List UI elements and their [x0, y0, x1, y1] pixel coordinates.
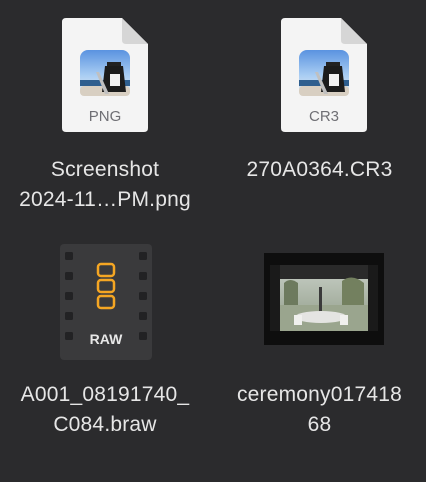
raw-badge-label: RAW [90, 331, 123, 347]
png-extension-label: PNG [89, 108, 122, 125]
file-item-screenshot-png[interactable]: PNG Screenshot 2024-11…PM.png [0, 0, 213, 230]
braw-film-icon: RAW [60, 244, 152, 360]
cr3-extension-label: CR3 [309, 108, 339, 125]
file-name-braw: A001_08191740_ C084.braw [0, 380, 210, 440]
file-name-cr3: 270A0364.CR3 [213, 155, 426, 185]
file-name-line-2: C084.braw [53, 413, 157, 436]
cr3-document-icon: CR3 [281, 18, 367, 132]
file-name-ceremony: ceremony017418 68 [213, 380, 426, 440]
ceremony-preview-image [264, 253, 384, 345]
file-name-line-2: 2024-11…PM.png [19, 188, 191, 211]
file-name-line-1: A001_08191740_ [20, 383, 190, 406]
file-name-line-1: ceremony017418 [236, 383, 403, 406]
png-document-icon: PNG [62, 18, 148, 132]
file-name-line-2: 68 [307, 413, 332, 436]
file-name-line-1: Screenshot [50, 158, 160, 181]
file-name-line-1: 270A0364.CR3 [246, 158, 393, 181]
video-thumbnail [264, 253, 384, 345]
file-item-braw[interactable]: RAW A001_08191740_ C084.braw [0, 230, 213, 482]
file-name-screenshot: Screenshot 2024-11…PM.png [0, 155, 210, 215]
file-item-ceremony-video[interactable]: ceremony017418 68 [213, 230, 426, 482]
file-item-cr3[interactable]: CR3 270A0364.CR3 [213, 0, 426, 230]
